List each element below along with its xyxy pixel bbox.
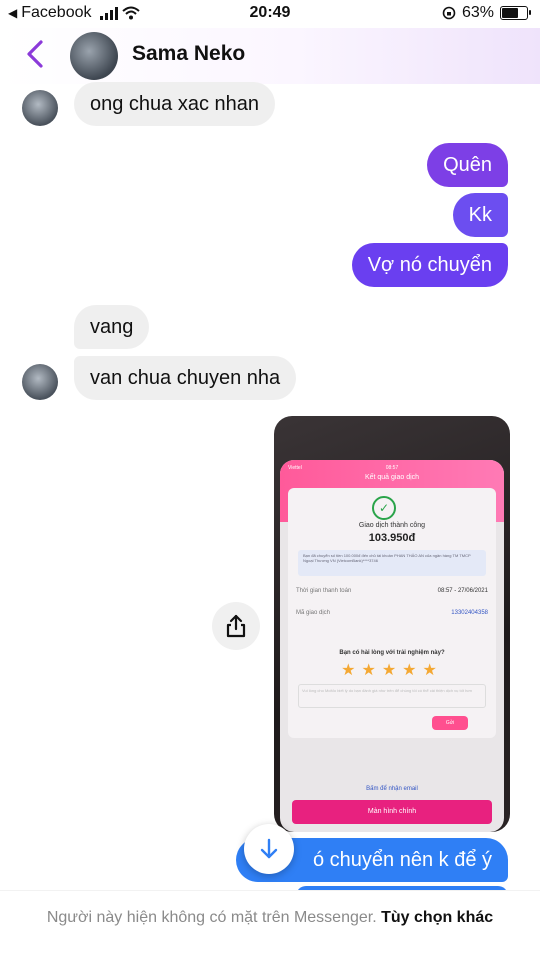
message-outgoing[interactable]: Vợ nó chuyển — [351, 243, 508, 287]
photo-txn-label: Mã giao dịch — [296, 610, 331, 616]
scroll-to-bottom-button[interactable] — [244, 824, 294, 874]
photo-txn-row: Mã giao dịch 13302404358 — [296, 610, 488, 616]
photo-note: Bạn đã chuyển số tiền 100.000đ đến chủ t… — [298, 550, 486, 576]
photo-receipt-card: ✓ Giao dịch thành công 103.950đ Bạn đã c… — [288, 488, 496, 738]
share-icon — [226, 614, 246, 638]
rotation-lock-icon — [442, 6, 456, 20]
chat-header: Sama Neko — [0, 28, 540, 84]
photo-send-button: Gửi — [432, 716, 468, 730]
contact-avatar[interactable] — [70, 32, 118, 80]
photo-main-button: Màn hình chính — [292, 800, 492, 824]
unavailable-footer: Người này hiện không có mặt trên Messeng… — [0, 890, 540, 960]
photo-status: Giao dịch thành công — [358, 522, 426, 529]
photo-question: Bạn có hài lòng với trải nghiệm này? — [339, 650, 445, 656]
photo-clock: 08:57 — [385, 465, 399, 471]
status-bar: ◀ Facebook 20:49 63% — [0, 0, 540, 28]
photo-time-row: Thời gian thanh toán 08:57 - 27/06/2021 — [296, 588, 488, 594]
battery-icon — [500, 6, 531, 20]
photo-screen-title: Kết quả giao dịch — [364, 474, 420, 481]
photo-time-value: 08:57 - 27/06/2021 — [437, 588, 488, 594]
unavailable-message: Người này hiện không có mặt trên Messeng… — [46, 909, 377, 926]
back-chevron-icon[interactable] — [22, 38, 50, 70]
photo-feedback-input: Vui lòng cho MoMo biết lý do bạn đánh gi… — [298, 684, 486, 708]
photo-time-label: Thời gian thanh toán — [296, 588, 352, 594]
avatar[interactable] — [22, 364, 58, 400]
share-button[interactable] — [212, 602, 260, 650]
contact-name[interactable]: Sama Neko — [132, 42, 245, 66]
photo-email-link: Bấm để nhận email — [366, 786, 418, 792]
message-incoming[interactable]: van chua chuyen nha — [74, 356, 297, 400]
more-options-link[interactable]: Tùy chọn khác — [381, 909, 493, 926]
arrow-down-icon — [260, 838, 278, 859]
message-outgoing[interactable]: Kk — [452, 193, 508, 237]
message-incoming[interactable]: vang — [74, 305, 150, 349]
photo-phone-screenshot: Viettel 08:57 Kết quả giao dịch ✓ Giao d… — [280, 460, 504, 832]
check-circle-icon: ✓ — [372, 496, 396, 520]
photo-txn-value: 13302404358 — [451, 610, 488, 616]
photo-amount: 103.950đ — [368, 532, 416, 544]
avatar[interactable] — [22, 90, 58, 126]
photo-attachment[interactable]: Viettel 08:57 Kết quả giao dịch ✓ Giao d… — [274, 416, 510, 832]
message-incoming[interactable]: ong chua xac nhan — [74, 82, 276, 126]
star-rating-icon: ★★★★★ — [341, 662, 443, 679]
message-outgoing[interactable]: Quên — [427, 143, 508, 187]
battery-percent: 63% — [461, 4, 494, 21]
